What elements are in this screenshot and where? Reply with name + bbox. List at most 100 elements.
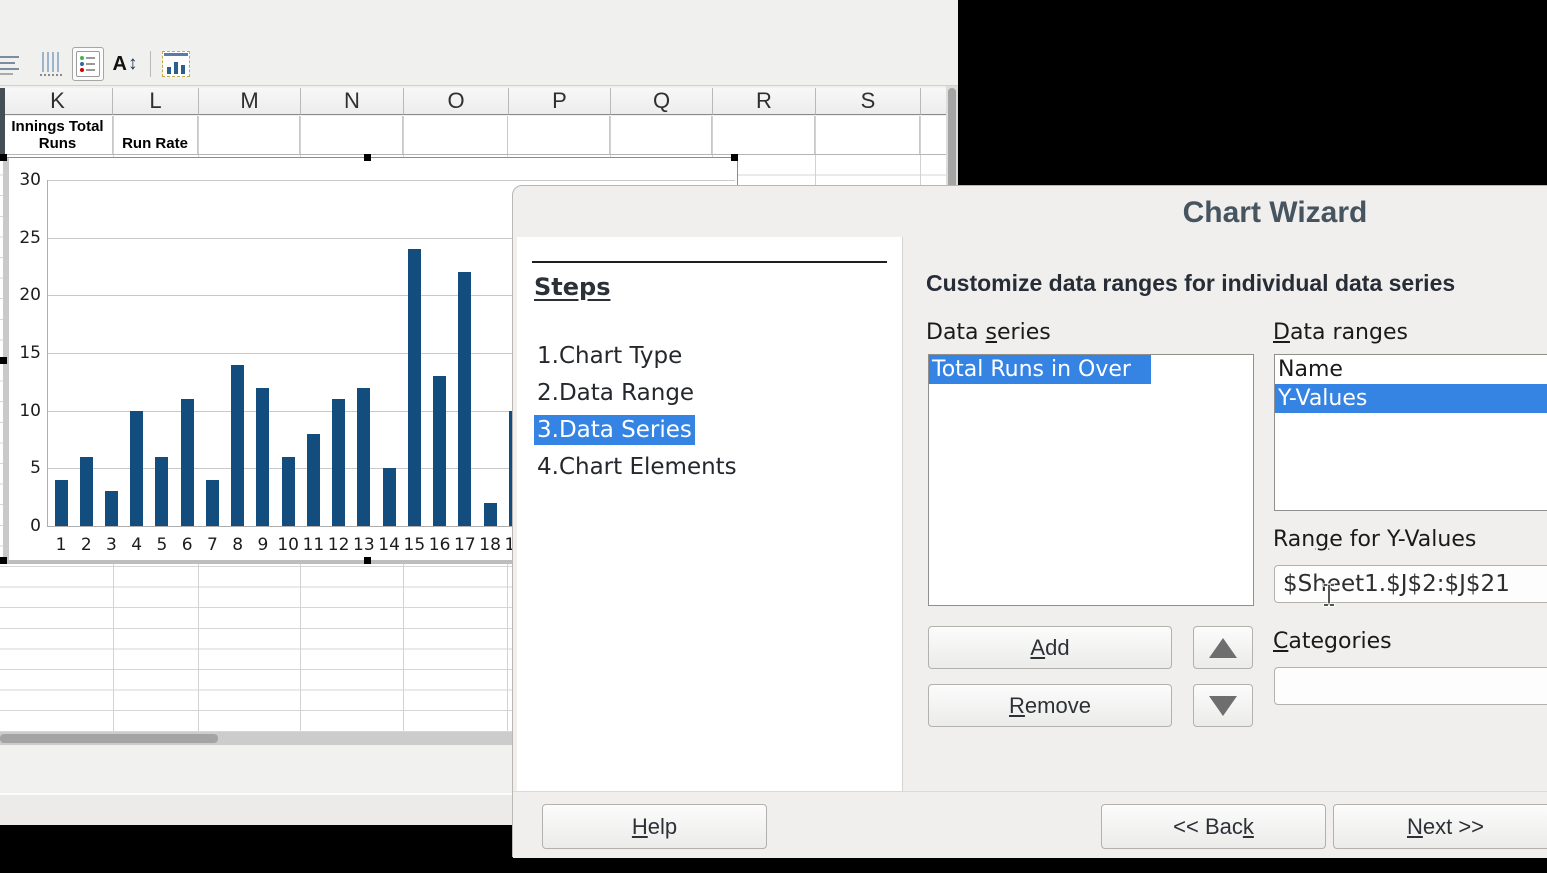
next-button[interactable]: Next >>: [1333, 804, 1547, 849]
data-range-item-name[interactable]: Name: [1275, 355, 1547, 384]
column-header-S[interactable]: S: [816, 88, 921, 115]
toolbar-separator: [150, 51, 151, 77]
selection-handle[interactable]: [0, 557, 7, 564]
cell-M1[interactable]: [198, 116, 300, 154]
steps-heading: Steps: [534, 273, 611, 301]
cell-N1[interactable]: [300, 116, 403, 154]
cell-O1[interactable]: [403, 116, 508, 154]
cell-R1[interactable]: [712, 116, 815, 154]
selection-handle[interactable]: [0, 357, 7, 364]
add-button[interactable]: Add: [928, 626, 1172, 669]
move-down-button[interactable]: [1193, 684, 1253, 727]
x-tick-label: 12: [326, 535, 352, 555]
data-ranges-listbox[interactable]: NameY-Values: [1274, 354, 1547, 511]
scale-text-icon[interactable]: A↕: [110, 48, 140, 80]
move-up-button[interactable]: [1193, 626, 1253, 669]
bar-over-8[interactable]: [231, 365, 244, 526]
wizard-step-3[interactable]: 3.Data Series: [534, 412, 740, 449]
x-tick-label: 15: [401, 535, 427, 555]
column-header-P[interactable]: P: [509, 88, 611, 115]
selection-handle[interactable]: [364, 557, 371, 564]
x-tick-label: 2: [73, 535, 99, 555]
cell-Q1[interactable]: [610, 116, 712, 154]
selection-handle[interactable]: [731, 154, 738, 161]
steps-divider: [532, 261, 887, 263]
data-series-item[interactable]: Total Runs in Over: [929, 355, 1151, 384]
x-tick-label: 13: [351, 535, 377, 555]
bar-over-9[interactable]: [256, 388, 269, 526]
y-tick-label: 30: [11, 170, 41, 190]
categories-label: Categories: [1273, 629, 1392, 654]
y-tick-label: 20: [11, 285, 41, 305]
x-tick-label: 7: [199, 535, 225, 555]
column-headers: KLMNOPQRS: [0, 88, 947, 116]
cell-P1[interactable]: [508, 116, 610, 154]
x-tick-label: 1: [48, 535, 74, 555]
horizontal-grids-icon[interactable]: [0, 48, 30, 80]
range-for-y-input[interactable]: $Sheet1.$J$2:$J$21: [1274, 565, 1547, 603]
bar-over-10[interactable]: [282, 457, 295, 526]
cell-K1[interactable]: Innings Total Runs: [3, 116, 113, 154]
data-series-listbox[interactable]: Total Runs in Over: [928, 354, 1254, 606]
cell-L1[interactable]: Run Rate: [113, 116, 198, 154]
y-tick-label: 0: [11, 516, 41, 536]
categories-input[interactable]: [1274, 667, 1547, 705]
y-gridline: [47, 180, 735, 181]
dialog-title: Chart Wizard: [513, 196, 1547, 230]
bar-over-1[interactable]: [55, 480, 68, 526]
column-header-M[interactable]: M: [199, 88, 301, 115]
down-arrow-icon: [1209, 696, 1237, 716]
cell-S1[interactable]: [815, 116, 920, 154]
column-header-N[interactable]: N: [301, 88, 404, 115]
bar-over-6[interactable]: [181, 399, 194, 526]
bar-over-13[interactable]: [357, 388, 370, 526]
y-tick-label: 10: [11, 401, 41, 421]
page-heading: Customize data ranges for individual dat…: [926, 270, 1455, 297]
x-tick-label: 17: [452, 535, 478, 555]
wizard-step-4[interactable]: 4.Chart Elements: [534, 449, 740, 486]
remove-button[interactable]: Remove: [928, 684, 1172, 727]
bar-over-5[interactable]: [155, 457, 168, 526]
data-table-icon[interactable]: [161, 48, 191, 80]
bar-over-4[interactable]: [130, 411, 143, 526]
x-tick-label: 18: [477, 535, 503, 555]
x-tick-label: 11: [300, 535, 326, 555]
y-tick-label: 15: [11, 343, 41, 363]
x-tick-label: 16: [427, 535, 453, 555]
bar-over-7[interactable]: [206, 480, 219, 526]
partial-column-header: [0, 88, 5, 158]
bar-over-18[interactable]: [484, 503, 497, 526]
x-tick-label: 5: [149, 535, 175, 555]
column-header-partial[interactable]: [921, 88, 948, 115]
bar-over-11[interactable]: [307, 434, 320, 526]
bar-over-3[interactable]: [105, 491, 118, 526]
range-for-y-label: Range for Y-Values: [1273, 527, 1476, 552]
horizontal-scrollbar-thumb[interactable]: [0, 734, 218, 743]
help-button[interactable]: Help: [542, 804, 767, 849]
column-header-L[interactable]: L: [113, 88, 199, 115]
column-header-Q[interactable]: Q: [611, 88, 713, 115]
y-axis: [47, 180, 48, 526]
x-tick-label: 9: [250, 535, 276, 555]
wizard-step-1[interactable]: 1.Chart Type: [534, 338, 740, 375]
selection-handle[interactable]: [0, 154, 7, 161]
bar-over-16[interactable]: [433, 376, 446, 526]
bar-over-17[interactable]: [458, 272, 471, 526]
column-header-K[interactable]: K: [3, 88, 113, 115]
column-header-O[interactable]: O: [404, 88, 509, 115]
bar-over-15[interactable]: [408, 249, 421, 526]
bar-over-2[interactable]: [80, 457, 93, 526]
wizard-step-2[interactable]: 2.Data Range: [534, 375, 740, 412]
x-tick-label: 8: [225, 535, 251, 555]
bar-over-14[interactable]: [383, 468, 396, 526]
back-button[interactable]: << Back: [1101, 804, 1326, 849]
column-header-R[interactable]: R: [713, 88, 816, 115]
selection-handle[interactable]: [364, 154, 371, 161]
x-tick-label: 4: [124, 535, 150, 555]
data-range-item-y-values[interactable]: Y-Values: [1275, 384, 1547, 413]
legend-on-off-icon[interactable]: [72, 47, 104, 81]
data-series-label: Data series: [926, 320, 1051, 345]
x-tick-label: 6: [174, 535, 200, 555]
vertical-grids-icon[interactable]: [36, 48, 66, 80]
bar-over-12[interactable]: [332, 399, 345, 526]
